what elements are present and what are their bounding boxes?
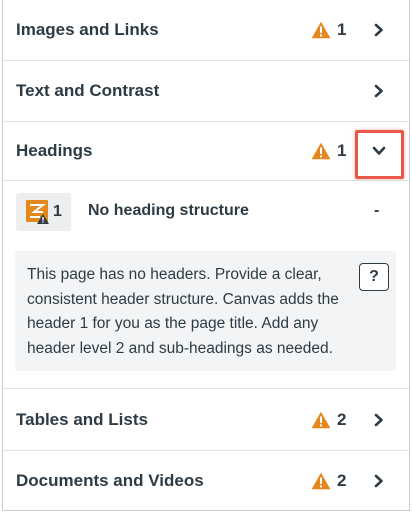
section-title: Text and Contrast (16, 81, 160, 100)
issue-badge: 1 (16, 193, 71, 231)
section-title: Images and Links (16, 20, 159, 39)
chevron-right-icon[interactable] (369, 410, 389, 430)
issue-count-wrap: 1 (311, 139, 346, 163)
section-text-and-contrast[interactable]: Text and Contrast (3, 61, 409, 122)
issue-count: 1 (337, 20, 347, 39)
accessibility-checker-panel: Images and Links 1 Text and Contrast Hea… (2, 0, 410, 511)
warning-triangle-icon (311, 472, 331, 490)
issue-count: 2 (337, 471, 347, 490)
chevron-right-icon[interactable] (369, 81, 389, 101)
warning-triangle-icon (311, 411, 331, 428)
issue-title: No heading structure (88, 202, 249, 219)
section-images-and-links[interactable]: Images and Links 1 (3, 0, 409, 61)
help-button[interactable]: ? (359, 263, 389, 291)
section-title: Headings (16, 141, 93, 160)
issue-count-wrap: 2 (311, 408, 346, 432)
chevron-right-icon[interactable] (369, 471, 389, 491)
issue-description: This page has no headers. Provide a clea… (27, 266, 339, 357)
issue-count: 2 (337, 409, 347, 429)
issue-count-wrap: 2 (311, 469, 346, 493)
section-title: Documents and Videos (16, 471, 204, 490)
issue-count-wrap: 1 (311, 18, 346, 42)
warning-triangle-icon (311, 21, 331, 39)
highlight-box (355, 130, 404, 179)
headings-expanded-panel: 1 No heading structure - This page has n… (3, 181, 409, 389)
issue-badge-count: 1 (53, 203, 62, 220)
issue-status: - (374, 202, 380, 219)
issue-count: 1 (337, 141, 347, 160)
section-tables-and-lists[interactable]: Tables and Lists 2 (3, 389, 409, 451)
issue-description-box: This page has no headers. Provide a clea… (15, 251, 396, 371)
heading-issue-icon (26, 200, 49, 224)
section-headings[interactable]: Headings 1 (3, 122, 409, 181)
issue-row[interactable]: 1 No heading structure - (3, 181, 409, 233)
section-title: Tables and Lists (16, 409, 148, 429)
warning-triangle-icon (311, 142, 331, 160)
help-icon: ? (369, 268, 379, 285)
section-documents-and-videos[interactable]: Documents and Videos 2 (3, 451, 409, 510)
chevron-right-icon[interactable] (369, 20, 389, 40)
